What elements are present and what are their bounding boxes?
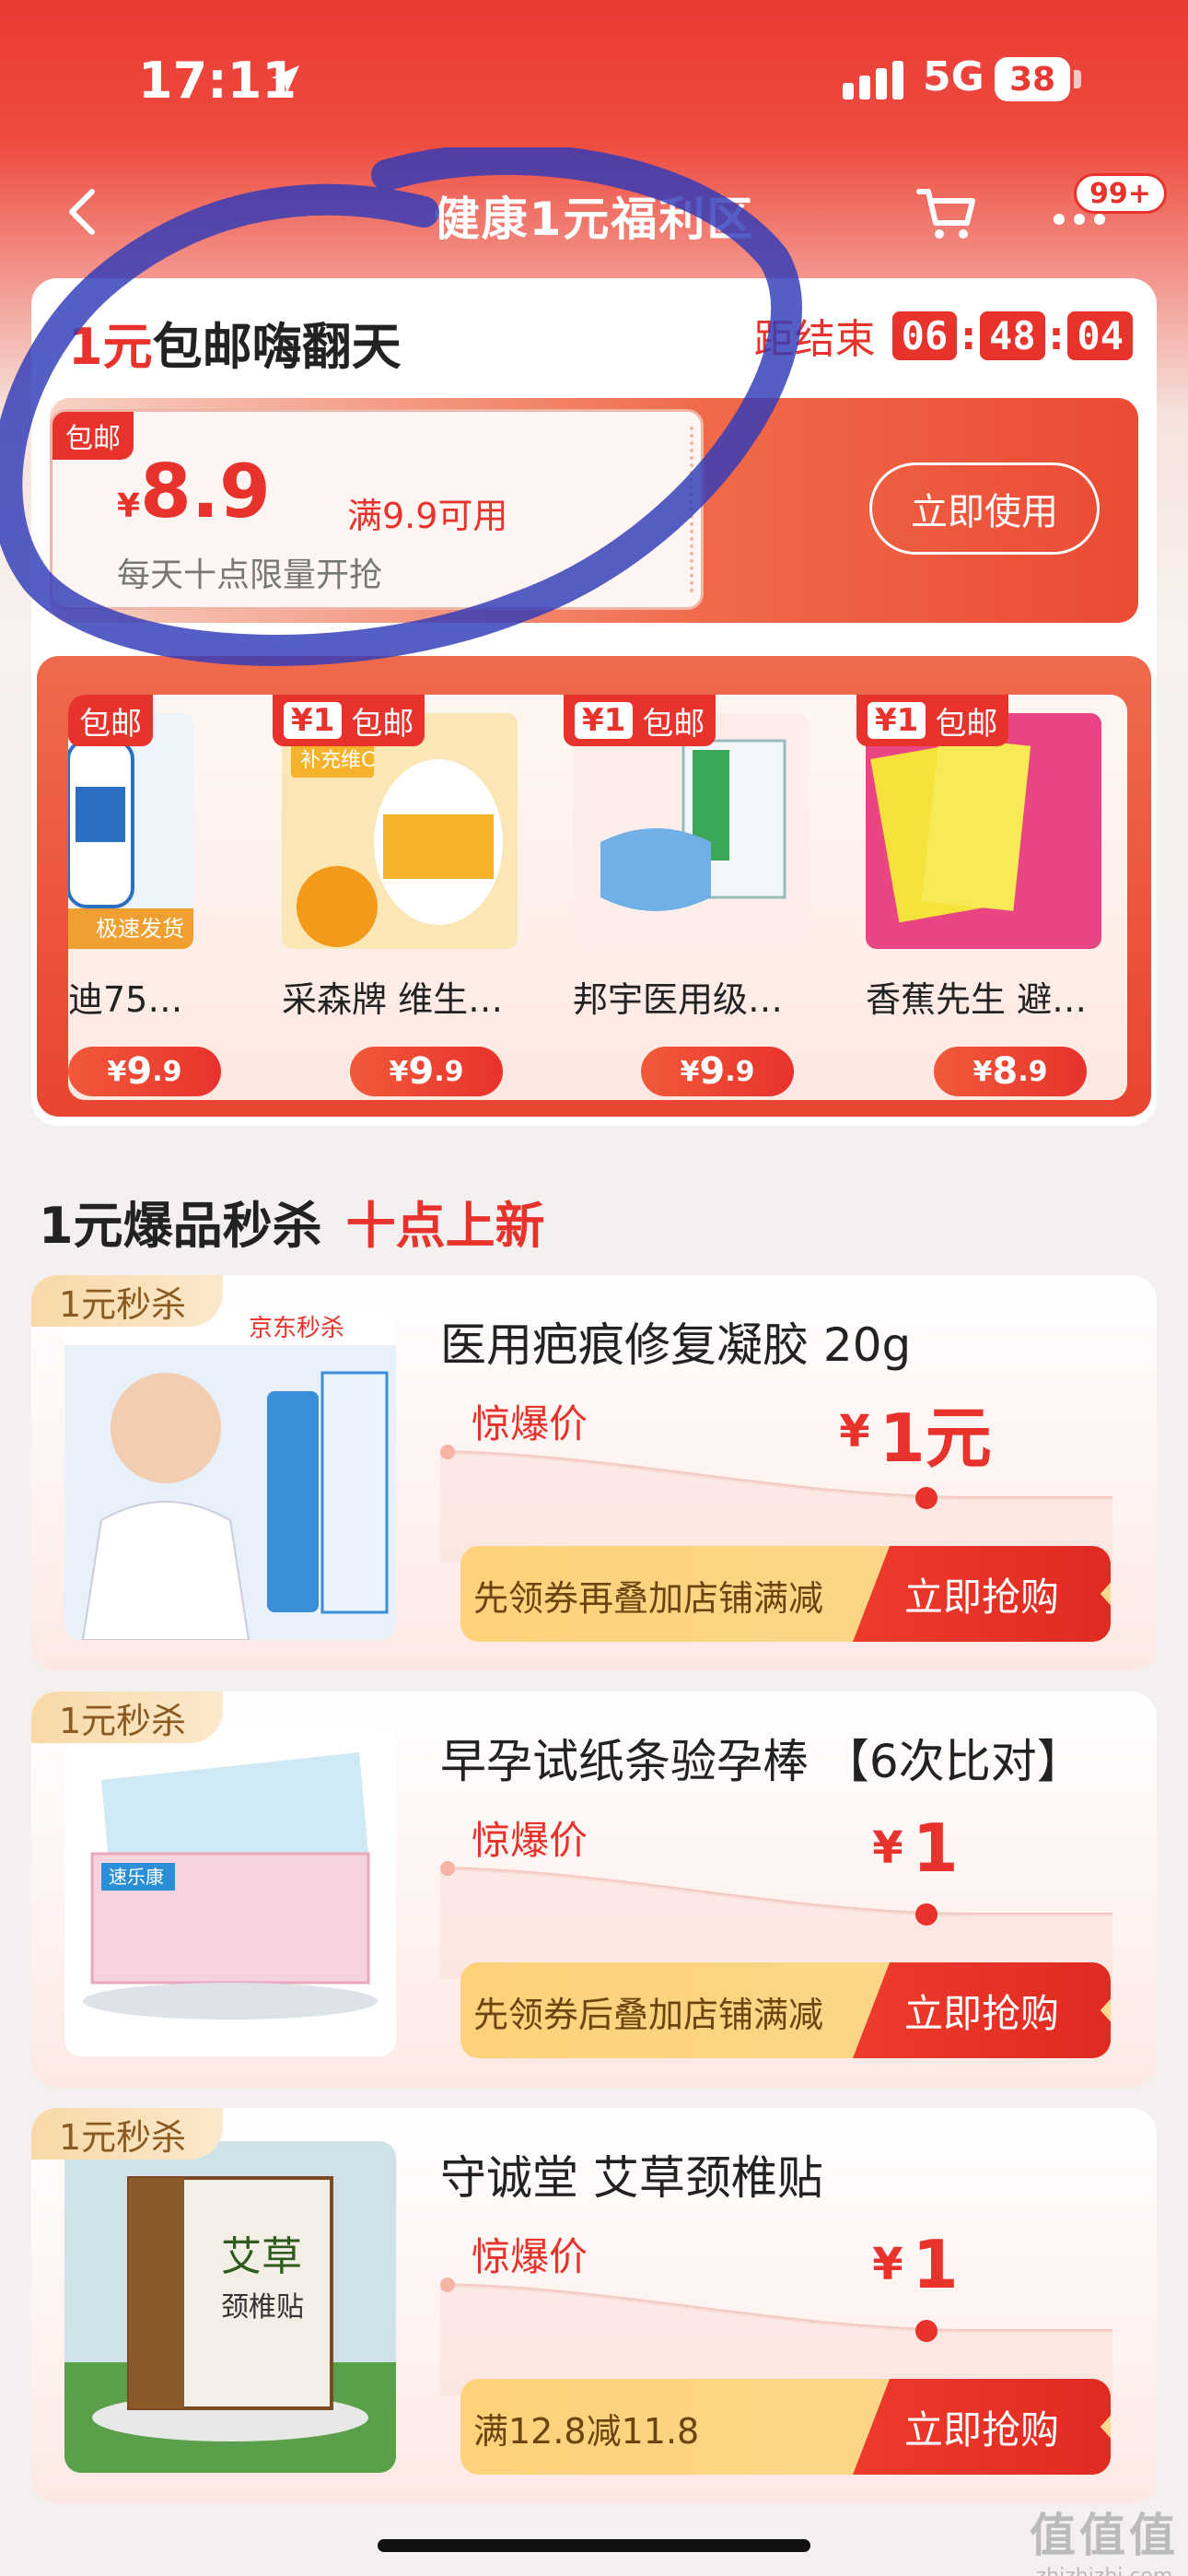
- section-subtitle: 十点上新: [345, 1197, 545, 1255]
- battery-icon: 38: [995, 57, 1070, 101]
- section-title: 1元爆品秒杀 十点上新: [39, 1185, 545, 1258]
- product-image: [573, 713, 809, 949]
- product-price: ¥8.9: [934, 1047, 1087, 1096]
- countdown-minutes: 48: [980, 310, 1045, 360]
- svg-text:补充维C: 补充维C: [300, 749, 375, 772]
- deal-card[interactable]: 艾草 颈椎贴 1元秒杀 守诚堂 艾草颈椎贴 惊爆价 ¥1 满12.8减11.8 …: [31, 2108, 1157, 2504]
- countdown-label: 距结束: [753, 316, 876, 363]
- countdown-sep: :: [1048, 312, 1065, 358]
- watermark-url: zhizhizhi.com: [1030, 2565, 1179, 2576]
- section-title-text: 1元爆品秒杀: [39, 1197, 322, 1255]
- product-carousel[interactable]: 极速发货 包邮 迪75%… ¥9.9 补充维C: [68, 695, 1127, 1100]
- location-arrow-icon: [272, 65, 299, 93]
- deal-tag: 1元秒杀: [31, 1275, 224, 1327]
- product-price: ¥9.9: [350, 1047, 503, 1096]
- product-price: ¥9.9: [641, 1047, 794, 1096]
- battery-tip: [1074, 70, 1081, 88]
- product-card[interactable]: 补充维C ¥1 包邮 采森牌 维生… ¥9.9: [273, 695, 521, 1100]
- deal-name: 早孕试纸条验孕棒 【6次比对】: [440, 1735, 1083, 1788]
- coupon-condition: 满9.9可用: [347, 496, 508, 536]
- network-type: 5G: [923, 53, 984, 100]
- countdown-seconds: 04: [1067, 310, 1133, 360]
- status-bar: 17:11 5G 38: [0, 0, 1188, 157]
- product-card[interactable]: ¥1 包邮 邦宇医用级… ¥9.9: [564, 695, 812, 1100]
- signal-icon: [843, 61, 903, 100]
- deal-card[interactable]: 速乐康 1元秒杀 早孕试纸条验孕棒 【6次比对】 惊爆价 ¥1 先领券后叠加店铺…: [31, 1692, 1157, 2088]
- one-yuan-tag: ¥1 包邮: [856, 695, 1009, 746]
- deal-card[interactable]: 京东秒杀 1元秒杀 医用疤痕修复凝胶 20g 惊爆价 ¥1元 先领券再叠加店铺满…: [31, 1275, 1157, 1671]
- deal-image: 速乐康: [64, 1725, 396, 2056]
- deal-price: ¥1: [872, 2226, 959, 2303]
- products-frame: 极速发货 包邮 迪75%… ¥9.9 补充维C: [37, 656, 1151, 1117]
- deal-action-bar: 先领券后叠加店铺满减 立即抢购: [460, 1962, 1111, 2058]
- deal-action-bar: 先领券再叠加店铺满减 立即抢购: [460, 1546, 1111, 1642]
- promo-card: 1元包邮嗨翻天 距结束 06 : 48 : 04 包邮 ¥8.9 满9.9可用 …: [31, 278, 1157, 1126]
- promo-title: 1元包邮嗨翻天: [68, 306, 402, 379]
- buy-now-button[interactable]: 立即抢购: [853, 2379, 1111, 2475]
- deal-image: 艾草 颈椎贴: [64, 2141, 396, 2473]
- deal-tip: 满12.8减11.8: [473, 2411, 700, 2452]
- deal-price: ¥1元: [839, 1399, 992, 1477]
- deal-image: 京东秒杀: [64, 1308, 396, 1640]
- one-yuan-tag: ¥1 包邮: [273, 695, 425, 746]
- product-name: 迪75%…: [68, 979, 197, 1020]
- deal-tip: 先领券再叠加店铺满减: [473, 1578, 824, 1619]
- coupon-description: 每天十点限量开抢: [117, 556, 383, 594]
- svg-text:速乐康: 速乐康: [109, 1866, 164, 1888]
- promo-title-highlight: 1元: [68, 318, 153, 376]
- notification-badge: 99+: [1074, 173, 1167, 214]
- product-name: 香蕉先生 避…: [866, 979, 1088, 1020]
- product-image: 补充维C: [282, 713, 518, 949]
- page-title: 健康1元福利区: [433, 193, 755, 246]
- coupon-amount: 8.9: [140, 449, 271, 534]
- coupon-divider: [690, 427, 693, 592]
- price-label: 惊爆价: [472, 1401, 588, 1446]
- deal-tag: 1元秒杀: [31, 1692, 224, 1743]
- deal-tag: 1元秒杀: [31, 2108, 224, 2160]
- coupon-currency: ¥: [117, 487, 141, 525]
- price-label: 惊爆价: [472, 1818, 588, 1863]
- use-now-button[interactable]: 立即使用: [869, 463, 1100, 555]
- promo-title-text: 包邮嗨翻天: [152, 318, 402, 376]
- deal-action-bar: 满12.8减11.8 立即抢购: [460, 2379, 1111, 2475]
- buy-now-button[interactable]: 立即抢购: [853, 1546, 1111, 1642]
- product-image: [866, 713, 1101, 949]
- deal-tip: 先领券后叠加店铺满减: [473, 1995, 824, 2035]
- coupon[interactable]: 包邮 ¥8.9 满9.9可用 每天十点限量开抢: [50, 409, 704, 610]
- deal-price: ¥1: [872, 1809, 959, 1887]
- cart-icon[interactable]: [914, 179, 980, 245]
- price-label: 惊爆价: [472, 2234, 588, 2279]
- watermark-logo: 值值值: [1030, 2509, 1179, 2562]
- deal-name: 医用疤痕修复凝胶 20g: [440, 1318, 912, 1372]
- product-card[interactable]: 极速发货 包邮 迪75%… ¥9.9: [68, 695, 221, 1100]
- deal-name: 守诚堂 艾草颈椎贴: [440, 2151, 823, 2205]
- svg-text:极速发货: 极速发货: [96, 916, 184, 942]
- product-name: 邦宇医用级…: [573, 979, 784, 1020]
- svg-text:艾草: 艾草: [221, 2233, 302, 2280]
- coupon-price: ¥8.9: [117, 449, 271, 534]
- product-card[interactable]: ¥1 包邮 香蕉先生 避… ¥8.9: [856, 695, 1105, 1100]
- buy-now-button[interactable]: 立即抢购: [853, 1962, 1111, 2058]
- home-indicator[interactable]: [378, 2539, 810, 2552]
- watermark: 值值值 zhizhizhi.com: [1030, 2499, 1179, 2576]
- product-price: ¥9.9: [68, 1047, 221, 1096]
- nav-header: 健康1元福利区 99+: [0, 166, 1188, 258]
- countdown-sep: :: [961, 312, 977, 358]
- product-name: 采森牌 维生…: [282, 979, 504, 1020]
- free-shipping-tag: 包邮: [68, 695, 153, 746]
- svg-text:颈椎贴: 颈椎贴: [221, 2291, 304, 2324]
- product-image: 极速发货: [68, 713, 193, 949]
- countdown-hours: 06: [891, 310, 958, 360]
- svg-text:京东秒杀: 京东秒杀: [249, 1315, 344, 1342]
- one-yuan-tag: ¥1 包邮: [564, 695, 716, 746]
- countdown: 距结束 06 : 48 : 04: [754, 306, 1133, 365]
